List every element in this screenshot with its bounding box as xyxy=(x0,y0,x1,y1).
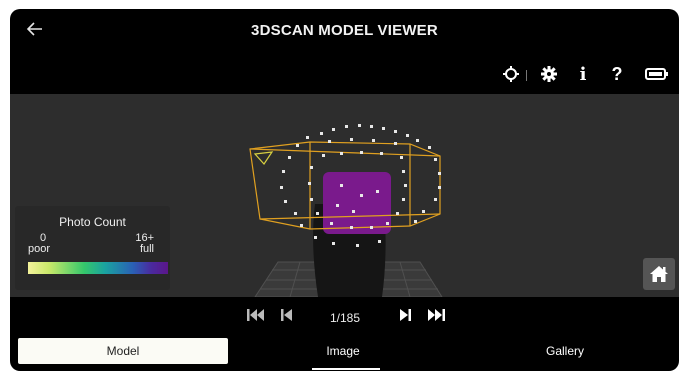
legend-title: Photo Count xyxy=(59,215,126,229)
home-icon xyxy=(650,266,668,282)
skip-to-start-icon xyxy=(247,309,264,321)
tab-image[interactable]: Image xyxy=(278,338,408,364)
step-forward-icon xyxy=(400,309,411,321)
tab-image-underline xyxy=(312,368,380,370)
skip-to-start-button[interactable] xyxy=(246,308,266,324)
help-button[interactable]: ? xyxy=(606,64,628,84)
skip-to-end-button[interactable] xyxy=(426,308,446,324)
crosshair-icon xyxy=(503,66,519,82)
skip-to-end-icon xyxy=(428,309,445,321)
bottom-tabs: Model Image Gallery xyxy=(10,333,679,371)
crosshair-button[interactable] xyxy=(500,64,522,84)
info-icon: i xyxy=(579,63,587,85)
tab-gallery[interactable]: Gallery xyxy=(480,338,650,364)
home-view-button[interactable] xyxy=(643,258,675,290)
mesh-highlight xyxy=(323,172,391,234)
step-back-button[interactable] xyxy=(280,308,294,324)
legend-max-label: full xyxy=(139,243,154,255)
tab-model[interactable]: Model xyxy=(18,338,228,364)
page-title: 3DSCAN MODEL VIEWER xyxy=(251,22,438,39)
step-forward-button[interactable] xyxy=(398,308,412,324)
legend-min-label: poor xyxy=(28,243,51,255)
playback-bar: 1/185 xyxy=(10,297,679,333)
battery-indicator xyxy=(644,64,670,84)
toolbar: i ? xyxy=(10,54,679,94)
info-button[interactable]: i xyxy=(572,63,594,85)
photo-count-legend: Photo Count 0 16+ poor full xyxy=(15,206,170,290)
settings-button[interactable] xyxy=(538,64,560,84)
header-bar: 3DSCAN MODEL VIEWER xyxy=(10,9,679,54)
gear-icon xyxy=(541,66,557,82)
help-icon: ? xyxy=(611,63,623,84)
legend-gradient-bar xyxy=(28,262,168,274)
app-window: 3DSCAN MODEL VIEWER i ? Photo Count 0 16… xyxy=(10,9,679,371)
battery-icon xyxy=(645,68,668,80)
step-back-icon xyxy=(281,309,292,321)
model-viewport[interactable]: Photo Count 0 16+ poor full xyxy=(10,94,679,297)
frame-counter: 1/185 xyxy=(329,311,361,325)
toolbar-divider xyxy=(526,70,527,81)
